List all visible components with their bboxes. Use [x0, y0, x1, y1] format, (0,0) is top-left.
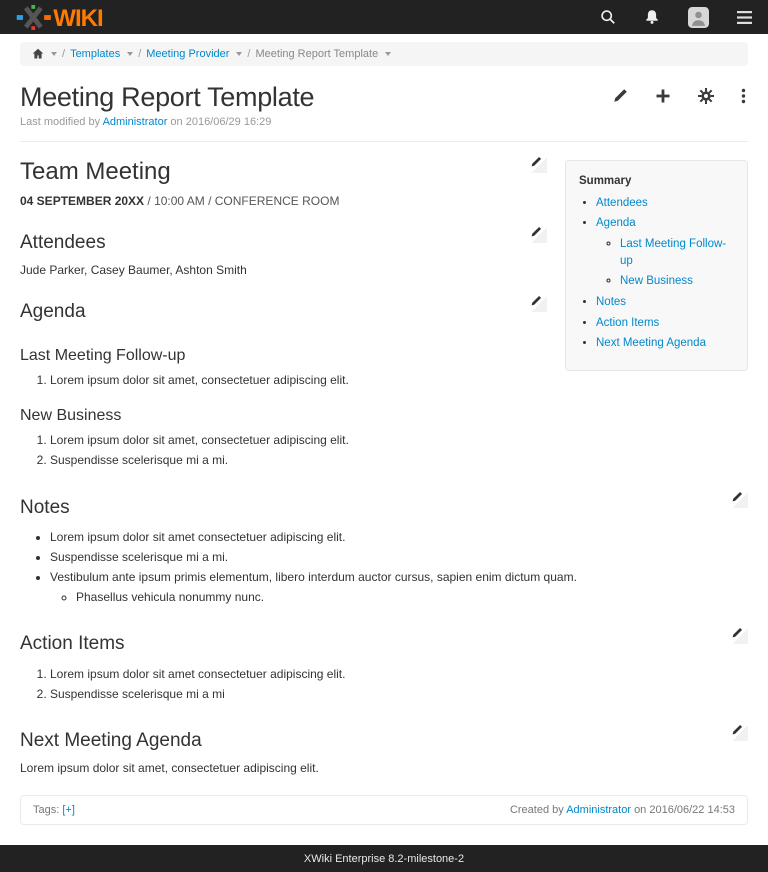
breadcrumb-current-page: Meeting Report Template: [255, 48, 378, 60]
modified-suffix: on 2016/06/29 16:29: [170, 116, 271, 128]
section-title-new-business: New Business: [20, 404, 748, 427]
xwiki-logo-icon: WIKI: [16, 5, 104, 30]
list-item: Suspendisse scelerisque mi a mi: [50, 686, 748, 703]
page-header: Meeting Report Template Last modified by…: [0, 72, 768, 142]
list-item: Lorem ipsum dolor sit amet, consectetuer…: [50, 432, 748, 449]
last-meeting-list: Lorem ipsum dolor sit amet, consectetuer…: [20, 372, 748, 389]
breadcrumb-link-templates[interactable]: Templates: [70, 48, 120, 60]
user-avatar[interactable]: [688, 7, 709, 28]
summary-sublist: Last Meeting Follow-up New Business: [596, 236, 737, 290]
next-meeting-text: Lorem ipsum dolor sit amet, consectetuer…: [20, 760, 748, 777]
xwiki-logo[interactable]: WIKI: [16, 5, 104, 30]
list-item: Lorem ipsum dolor sit amet consectetuer …: [50, 529, 748, 546]
bell-icon[interactable]: [644, 9, 660, 25]
edit-page-button[interactable]: [612, 88, 628, 104]
edit-section-icon[interactable]: [731, 627, 748, 644]
last-modified-line: Last modified by Administrator on 2016/0…: [20, 116, 748, 128]
breadcrumb-link-meeting-provider[interactable]: Meeting Provider: [146, 48, 229, 60]
meeting-details: / 10:00 AM / CONFERENCE ROOM: [144, 194, 339, 208]
summary-panel: Summary Attendees Agenda Last Meeting Fo…: [565, 160, 748, 371]
list-item: Phasellus vehicula nonummy nunc.: [76, 589, 748, 606]
edit-section-icon[interactable]: [731, 724, 748, 741]
document-footer: Tags: [+] Created by Administrator on 20…: [20, 795, 748, 825]
edit-section-icon[interactable]: [530, 226, 547, 243]
list-item: Suspendisse scelerisque mi a mi.: [50, 452, 748, 469]
created-by-link[interactable]: Administrator: [566, 804, 631, 816]
edit-section-icon[interactable]: [530, 295, 547, 312]
section-title-action-items: Action Items: [20, 630, 731, 658]
breadcrumb-separator: /: [247, 48, 250, 60]
modified-prefix: Last modified by: [20, 116, 100, 128]
notes-list: Lorem ipsum dolor sit amet consectetuer …: [20, 529, 748, 606]
list-item: Notes: [596, 294, 737, 311]
created-prefix: Created by: [510, 804, 564, 816]
list-item-text: Vestibulum ante ipsum primis elementum, …: [50, 570, 577, 584]
summary-link-attendees[interactable]: Attendees: [596, 197, 648, 209]
tags-label: Tags:: [33, 804, 59, 816]
edit-section-icon[interactable]: [530, 156, 547, 173]
list-item: Agenda Last Meeting Follow-up New Busine…: [596, 215, 737, 290]
meeting-date: 04 SEPTEMBER 20XX: [20, 194, 144, 208]
list-item: Action Items: [596, 315, 737, 332]
breadcrumb: / Templates / Meeting Provider / Meeting…: [20, 42, 748, 66]
chevron-down-icon[interactable]: [127, 52, 133, 56]
section-title-next-meeting: Next Meeting Agenda: [20, 727, 731, 755]
summary-title: Summary: [579, 173, 737, 190]
list-item: Last Meeting Follow-up: [620, 236, 737, 269]
add-tag-button[interactable]: [+]: [62, 804, 75, 816]
new-business-list: Lorem ipsum dolor sit amet, consectetuer…: [20, 432, 748, 469]
chevron-down-icon[interactable]: [385, 52, 391, 56]
summary-link-new-business[interactable]: New Business: [620, 275, 693, 287]
notes-sublist: Phasellus vehicula nonummy nunc.: [50, 589, 748, 606]
version-bar: XWiki Enterprise 8.2-milestone-2: [0, 845, 768, 872]
breadcrumb-separator: /: [62, 48, 65, 60]
home-icon[interactable]: [32, 48, 44, 60]
version-text: XWiki Enterprise 8.2-milestone-2: [304, 853, 464, 865]
more-actions-icon[interactable]: [741, 88, 746, 104]
create-page-button[interactable]: [655, 88, 671, 104]
svg-text:WIKI: WIKI: [53, 5, 103, 30]
summary-link-last-meeting[interactable]: Last Meeting Follow-up: [620, 238, 726, 267]
header-divider: [20, 141, 748, 142]
section-title-attendees: Attendees: [20, 229, 530, 257]
summary-link-next-meeting[interactable]: Next Meeting Agenda: [596, 337, 706, 349]
summary-link-agenda[interactable]: Agenda: [596, 217, 636, 229]
list-item: Lorem ipsum dolor sit amet consectetuer …: [50, 666, 748, 683]
section-title-agenda: Agenda: [20, 298, 530, 326]
created-by-line: Created by Administrator on 2016/06/22 1…: [510, 804, 735, 816]
breadcrumb-separator: /: [138, 48, 141, 60]
search-icon[interactable]: [600, 9, 616, 25]
chevron-down-icon[interactable]: [236, 52, 242, 56]
section-title-notes: Notes: [20, 494, 731, 522]
top-navbar: WIKI: [0, 0, 768, 34]
hamburger-icon[interactable]: [737, 11, 752, 24]
list-item: Lorem ipsum dolor sit amet, consectetuer…: [50, 372, 748, 389]
action-items-list: Lorem ipsum dolor sit amet consectetuer …: [20, 666, 748, 703]
edit-section-icon[interactable]: [731, 491, 748, 508]
list-item: Attendees: [596, 195, 737, 212]
chevron-down-icon[interactable]: [51, 52, 57, 56]
list-item: Vestibulum ante ipsum primis elementum, …: [50, 569, 748, 606]
created-suffix: on 2016/06/22 14:53: [634, 804, 735, 816]
summary-link-notes[interactable]: Notes: [596, 296, 626, 308]
navbar-icons: [600, 7, 752, 28]
list-item: Suspendisse scelerisque mi a mi.: [50, 549, 748, 566]
tags-area: Tags: [+]: [33, 804, 75, 816]
gear-icon[interactable]: [698, 88, 714, 104]
summary-link-action-items[interactable]: Action Items: [596, 317, 659, 329]
page-actions: [612, 88, 746, 104]
summary-list: Attendees Agenda Last Meeting Follow-up …: [579, 195, 737, 352]
list-item: Next Meeting Agenda: [596, 335, 737, 352]
section-title-team-meeting: Team Meeting: [20, 155, 530, 190]
modified-by-link[interactable]: Administrator: [103, 116, 168, 128]
list-item: New Business: [620, 273, 737, 290]
document-content: Summary Attendees Agenda Last Meeting Fo…: [0, 142, 768, 779]
